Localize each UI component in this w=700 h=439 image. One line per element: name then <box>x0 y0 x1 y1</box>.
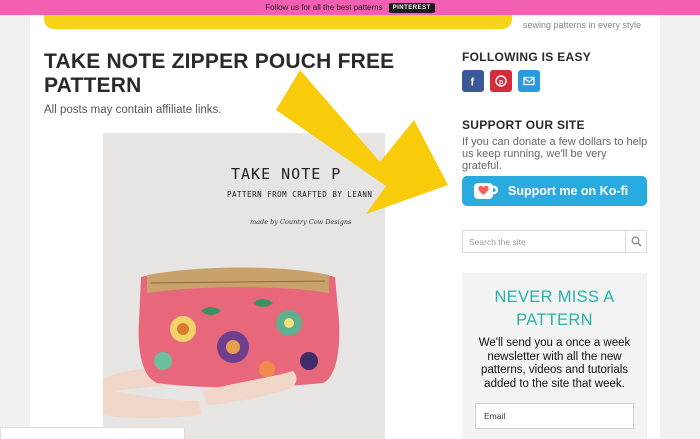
support-heading: SUPPORT OUR SITE <box>462 118 585 132</box>
post-title: TAKE NOTE ZIPPER POUCH FREE PATTERN <box>44 50 395 97</box>
email-link[interactable] <box>518 70 540 92</box>
signup-description: We'll send you a once a week newsletter … <box>478 337 631 390</box>
promo-bar: Follow us for all the best patterns PINT… <box>0 0 700 15</box>
pinterest-follow-button[interactable]: PINTEREST <box>388 2 435 13</box>
support-text: If you can donate a few dollars to help … <box>462 136 648 172</box>
email-icon <box>523 76 535 86</box>
search-icon <box>631 236 642 247</box>
kofi-cup-icon <box>474 183 499 199</box>
site-logo[interactable] <box>44 15 512 29</box>
following-heading: FOLLOWING IS EASY <box>462 50 592 64</box>
site-search <box>462 230 647 253</box>
facebook-link[interactable]: f <box>462 70 484 92</box>
post-featured-image[interactable]: TAKE NOTE P PATTERN FROM CRAFTED BY LEAN… <box>103 133 385 439</box>
svg-text:p: p <box>499 79 503 86</box>
image-overlay-credit: made by Country Cow Designs <box>250 218 352 226</box>
promo-text: Follow us for all the best patterns <box>265 3 383 12</box>
kofi-button-label: Support me on Ko-fi <box>508 184 629 198</box>
facebook-icon: f <box>471 77 475 88</box>
kofi-support-button[interactable]: Support me on Ko-fi <box>462 176 647 206</box>
pinterest-link[interactable]: p <box>490 70 512 92</box>
newsletter-signup: NEVER MISS A PATTERN We'll send you a on… <box>462 273 647 439</box>
signup-title: NEVER MISS A PATTERN <box>494 288 615 329</box>
bottom-widget-tab[interactable] <box>0 427 185 439</box>
affiliate-disclaimer: All posts may contain affiliate links. <box>44 104 222 116</box>
email-field[interactable] <box>475 403 634 429</box>
image-overlay-title: TAKE NOTE P <box>231 165 342 183</box>
svg-text:f: f <box>471 77 475 88</box>
site-tagline: sewing patterns in every style <box>523 20 642 30</box>
search-button[interactable] <box>625 231 646 252</box>
search-input[interactable] <box>463 231 625 252</box>
pinterest-icon: p <box>495 75 507 87</box>
image-overlay-subtitle: PATTERN FROM CRAFTED BY LEANN <box>227 190 373 199</box>
